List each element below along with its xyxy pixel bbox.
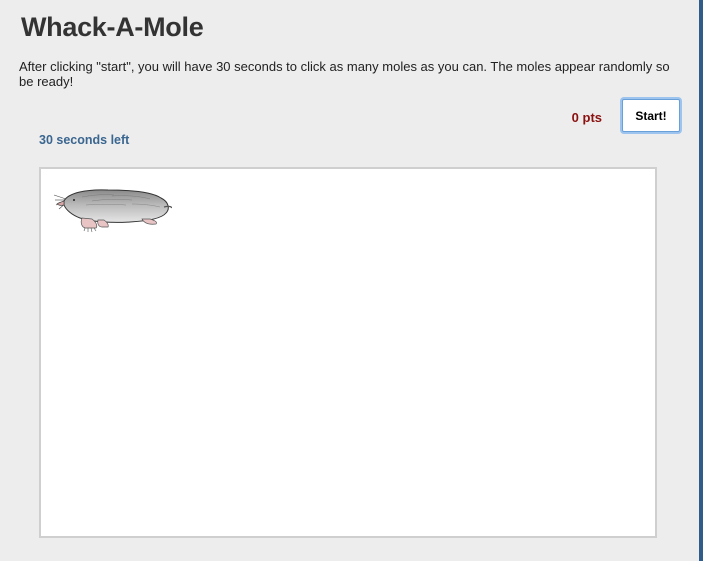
page-title: Whack-A-Mole [21,12,204,42]
start-button[interactable]: Start! [622,99,680,132]
score-display: 0 pts [571,110,602,125]
timer-display: 30 seconds left [39,133,130,147]
game-board[interactable] [39,167,657,538]
instructions-text: After clicking "start", you will have 30… [19,59,670,89]
window-edge [699,0,703,561]
mole-icon[interactable] [52,185,173,235]
